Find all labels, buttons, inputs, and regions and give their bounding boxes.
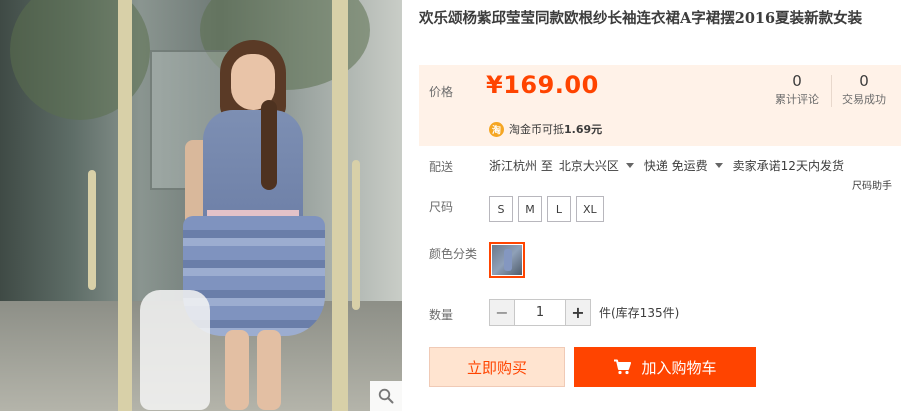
main-product-image[interactable] — [0, 0, 402, 411]
shipping-from: 浙江杭州 至 — [489, 159, 553, 173]
size-option-s[interactable]: S — [489, 196, 513, 222]
quantity-input[interactable]: 1 — [515, 299, 565, 326]
size-label: 尺码 — [429, 200, 454, 214]
add-to-cart-label: 加入购物车 — [641, 358, 717, 377]
image-model-braid — [261, 100, 277, 190]
image-model-leg — [225, 330, 249, 410]
size-option-m[interactable]: M — [518, 196, 542, 222]
image-model-shopping-bag — [140, 290, 210, 410]
image-door-frame — [118, 0, 132, 411]
image-model-leg — [257, 330, 281, 410]
product-page: 欢乐颂杨紫邱莹莹同款欧根纱长袖连衣裙A字裙摆2016夏装新款女装 价格 ¥169… — [0, 0, 907, 411]
quantity-increase-button[interactable]: + — [565, 299, 591, 326]
size-option-xl[interactable]: XL — [576, 196, 604, 222]
quantity-label: 数量 — [429, 308, 454, 322]
shipping-method-select[interactable]: 快递 免运费 — [644, 157, 733, 174]
image-door-handle — [88, 170, 96, 290]
taojinbi-amount: 1.69元 — [564, 123, 603, 136]
add-to-cart-button[interactable]: 加入购物车 — [574, 347, 756, 387]
review-count: 0 — [792, 72, 802, 90]
review-count-label: 累计评论 — [775, 93, 819, 106]
sales-count-stat[interactable]: 0 交易成功 — [834, 71, 894, 109]
size-helper-link[interactable]: 尺码助手 — [852, 177, 892, 192]
chevron-down-icon — [625, 163, 634, 168]
stat-divider — [831, 75, 832, 107]
color-option-swatch[interactable] — [489, 242, 525, 278]
image-model-figure — [140, 40, 335, 410]
buy-now-button[interactable]: 立即购买 — [429, 347, 565, 387]
image-model-belt — [207, 210, 299, 216]
shipping-row: 浙江杭州 至 北京大兴区 快递 免运费 卖家承诺12天内发货 — [489, 157, 844, 174]
shipping-destination-select[interactable]: 北京大兴区 — [559, 157, 644, 174]
review-count-stat[interactable]: 0 累计评论 — [767, 71, 827, 109]
taojinbi-row: 淘 淘金币可抵 1.69元 — [489, 121, 602, 137]
image-door-handle — [352, 160, 360, 310]
price-label: 价格 — [429, 85, 454, 99]
stock-text: 件(库存135件) — [599, 306, 680, 320]
quantity-decrease-button[interactable]: − — [489, 299, 515, 326]
shipping-method: 快递 免运费 — [643, 159, 708, 173]
color-swatch-thumbnail — [492, 245, 522, 275]
size-option-l[interactable]: L — [547, 196, 571, 222]
chevron-down-icon — [714, 163, 723, 168]
sales-count: 0 — [859, 72, 869, 90]
magnifier-icon — [378, 388, 394, 404]
shipping-destination: 北京大兴区 — [558, 159, 619, 173]
size-options: S M L XL — [489, 196, 604, 222]
zoom-button[interactable] — [370, 381, 402, 411]
color-label: 颜色分类 — [429, 247, 478, 261]
price-value: ¥169.00 — [486, 71, 599, 99]
taojinbi-text: 淘金币可抵 — [509, 123, 564, 136]
sales-count-label: 交易成功 — [842, 93, 886, 106]
taojinbi-coin-icon: 淘 — [489, 121, 504, 137]
product-title: 欢乐颂杨紫邱莹莹同款欧根纱长袖连衣裙A字裙摆2016夏装新款女装 — [419, 10, 863, 27]
shipping-promise: 卖家承诺12天内发货 — [732, 159, 844, 173]
quantity-stepper: − 1 + 件(库存135件) — [489, 299, 679, 326]
shipping-label: 配送 — [429, 160, 454, 174]
shopping-cart-icon — [614, 359, 632, 375]
price-panel: 价格 ¥169.00 0 累计评论 0 交易成功 淘 淘金币可抵 1.69元 — [419, 65, 901, 146]
